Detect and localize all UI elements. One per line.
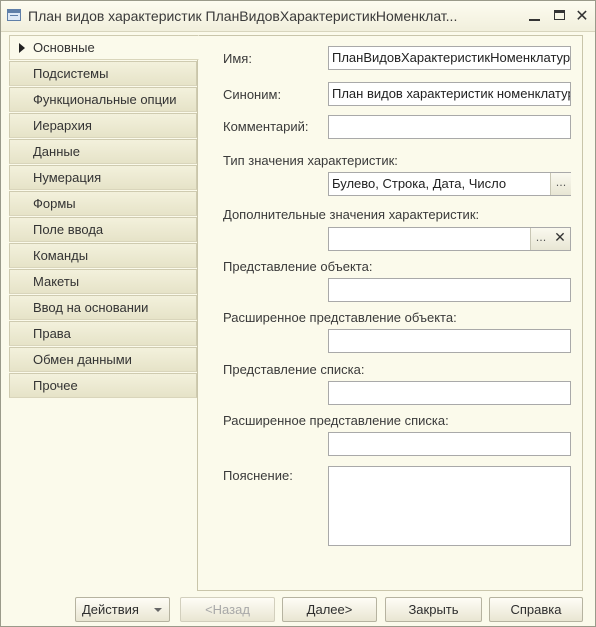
close-button[interactable]: Закрыть bbox=[385, 597, 482, 622]
tab-label: Команды bbox=[33, 248, 89, 263]
tab-commands[interactable]: Команды bbox=[9, 243, 197, 268]
tab-label: Права bbox=[33, 326, 71, 341]
tab-hierarchy[interactable]: Иерархия bbox=[9, 113, 197, 138]
tab-input-field[interactable]: Поле ввода bbox=[9, 217, 197, 242]
tab-osnovnye[interactable]: Основные bbox=[9, 35, 199, 60]
tab-data-exchange[interactable]: Обмен данными bbox=[9, 347, 197, 372]
tab-input-based-on[interactable]: Ввод на основании bbox=[9, 295, 197, 320]
tab-numbering[interactable]: Нумерация bbox=[9, 165, 197, 190]
tab-templates[interactable]: Макеты bbox=[9, 269, 197, 294]
chevron-down-icon bbox=[154, 608, 162, 612]
actions-button[interactable]: Действия bbox=[75, 597, 170, 622]
tab-label: Формы bbox=[33, 196, 76, 211]
tab-label: Ввод на основании bbox=[33, 300, 149, 315]
tab-label: Прочее bbox=[33, 378, 78, 393]
additional-values-select-button[interactable]: ... bbox=[530, 228, 551, 250]
help-button[interactable]: Справка bbox=[489, 597, 583, 622]
tab-label: Данные bbox=[33, 144, 80, 159]
explanation-label: Пояснение: bbox=[223, 468, 293, 483]
current-tab-arrow-icon bbox=[19, 43, 25, 53]
tab-other[interactable]: Прочее bbox=[9, 373, 197, 398]
tab-label: Иерархия bbox=[33, 118, 92, 133]
comment-input[interactable] bbox=[328, 115, 571, 139]
comment-label: Комментарий: bbox=[223, 119, 309, 134]
window-app-icon bbox=[7, 9, 21, 21]
extended-list-representation-input[interactable] bbox=[328, 432, 571, 456]
tab-data[interactable]: Данные bbox=[9, 139, 197, 164]
maximize-icon bbox=[553, 10, 565, 20]
tab-label: Нумерация bbox=[33, 170, 102, 185]
type-select-button[interactable]: ... bbox=[550, 173, 571, 195]
minimize-icon bbox=[528, 19, 540, 21]
tab-label: Макеты bbox=[33, 274, 80, 289]
tab-functional-options[interactable]: Функциональные опции bbox=[9, 87, 197, 112]
tab-rights[interactable]: Права bbox=[9, 321, 197, 346]
additional-values-label: Дополнительные значения характеристик: bbox=[223, 207, 480, 222]
explanation-textarea[interactable] bbox=[328, 466, 571, 546]
maximize-button[interactable] bbox=[550, 7, 568, 25]
synonym-label: Синоним: bbox=[223, 87, 282, 102]
extended-list-representation-label: Расширенное представление списка: bbox=[223, 413, 449, 428]
name-input[interactable]: ПланВидовХарактеристикНоменклатура bbox=[328, 46, 571, 70]
tab-podsistemy[interactable]: Подсистемы bbox=[9, 61, 197, 86]
tab-label: Поле ввода bbox=[33, 222, 104, 237]
object-representation-input[interactable] bbox=[328, 278, 571, 302]
tab-label: Функциональные опции bbox=[33, 92, 177, 107]
name-label: Имя: bbox=[223, 51, 252, 66]
window-title: План видов характеристик ПланВидовХаракт… bbox=[28, 8, 458, 24]
tab-label: Подсистемы bbox=[33, 66, 109, 81]
tab-label: Основные bbox=[33, 40, 95, 55]
title-bar: План видов характеристик ПланВидовХаракт… bbox=[1, 1, 595, 32]
type-input[interactable]: Булево, Строка, Дата, Число bbox=[328, 172, 571, 196]
tab-forms[interactable]: Формы bbox=[9, 191, 197, 216]
clear-icon[interactable]: ✕ bbox=[550, 228, 570, 250]
type-label: Тип значения характеристик: bbox=[223, 153, 398, 168]
object-representation-label: Представление объекта: bbox=[223, 259, 373, 274]
extended-object-representation-input[interactable] bbox=[328, 329, 571, 353]
close-window-button[interactable]: ✕ bbox=[573, 7, 591, 25]
list-representation-label: Представление списка: bbox=[223, 362, 365, 377]
back-button[interactable]: <Назад bbox=[180, 597, 275, 622]
actions-label: Действия bbox=[82, 602, 139, 617]
tab-label: Обмен данными bbox=[33, 352, 132, 367]
extended-object-representation-label: Расширенное представление объекта: bbox=[223, 310, 457, 325]
list-representation-input[interactable] bbox=[328, 381, 571, 405]
synonym-input[interactable]: План видов характеристик номенклатуры bbox=[328, 82, 571, 106]
type-value: Булево, Строка, Дата, Число bbox=[332, 176, 507, 191]
next-button[interactable]: Далее> bbox=[282, 597, 377, 622]
minimize-button[interactable] bbox=[525, 7, 543, 25]
